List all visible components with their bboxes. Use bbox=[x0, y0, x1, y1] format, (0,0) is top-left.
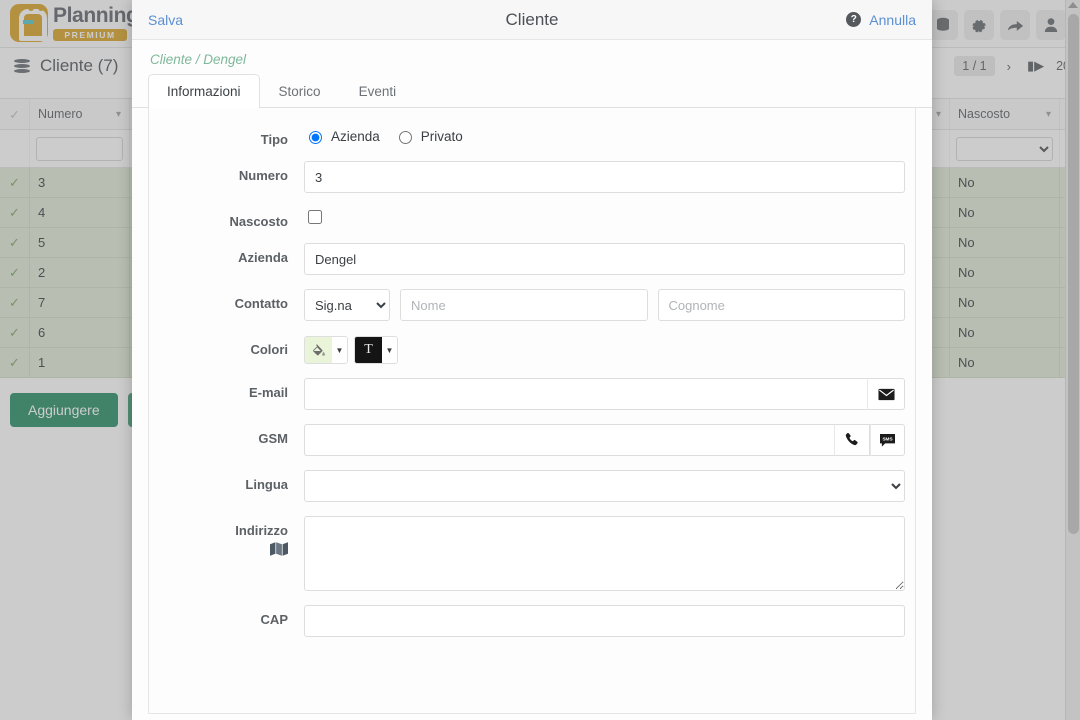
radio-privato[interactable]: Privato bbox=[394, 128, 463, 144]
chevron-down-icon[interactable]: ▼ bbox=[382, 337, 397, 363]
breadcrumb: Cliente / Dengel bbox=[150, 52, 247, 67]
label-azienda: Azienda bbox=[238, 250, 288, 265]
dialog-tabs: Informazioni Storico Eventi bbox=[132, 73, 932, 108]
envelope-icon[interactable] bbox=[867, 378, 905, 410]
field-cap: CAP bbox=[149, 598, 915, 644]
text-color-icon[interactable]: T bbox=[355, 337, 382, 363]
lingua-select[interactable] bbox=[304, 470, 905, 502]
field-nascosto: Nascosto bbox=[149, 200, 915, 236]
dialog-body: Cliente / Dengel Informazioni Storico Ev… bbox=[132, 40, 932, 720]
background-color-picker[interactable]: ▼ bbox=[304, 336, 348, 364]
radio-azienda-label: Azienda bbox=[331, 128, 380, 144]
field-numero: Numero bbox=[149, 154, 915, 200]
radio-azienda-input[interactable] bbox=[309, 131, 322, 144]
tipo-radio-group: Azienda Privato bbox=[304, 125, 463, 144]
numero-input[interactable] bbox=[304, 161, 905, 193]
client-dialog: Salva Cliente ? Annulla Cliente / Dengel… bbox=[132, 0, 932, 720]
field-colori: Colori ▼ T ▼ bbox=[149, 328, 915, 371]
tab-storico[interactable]: Storico bbox=[260, 74, 340, 108]
nascosto-checkbox[interactable] bbox=[308, 210, 322, 224]
field-azienda: Azienda bbox=[149, 236, 915, 282]
cap-input[interactable] bbox=[304, 605, 905, 637]
map-icon[interactable] bbox=[270, 542, 288, 556]
sms-icon[interactable]: SMS bbox=[869, 424, 905, 456]
radio-azienda[interactable]: Azienda bbox=[304, 128, 380, 144]
label-tipo: Tipo bbox=[260, 132, 288, 147]
field-email: E-mail bbox=[149, 371, 915, 417]
save-button[interactable]: Salva bbox=[148, 12, 183, 28]
label-lingua: Lingua bbox=[245, 477, 288, 492]
paint-bucket-icon[interactable] bbox=[305, 337, 332, 363]
azienda-input[interactable] bbox=[304, 243, 905, 275]
field-contatto: Contatto Sig.na bbox=[149, 282, 915, 328]
label-nascosto: Nascosto bbox=[229, 214, 288, 229]
phone-icon[interactable] bbox=[834, 424, 870, 456]
dialog-header: Salva Cliente ? Annulla bbox=[132, 0, 932, 40]
text-color-picker[interactable]: T ▼ bbox=[354, 336, 398, 364]
email-input[interactable] bbox=[304, 378, 868, 410]
radio-privato-input[interactable] bbox=[398, 131, 412, 144]
radio-privato-label: Privato bbox=[420, 128, 463, 144]
chevron-down-icon[interactable]: ▼ bbox=[332, 337, 347, 363]
label-numero: Numero bbox=[238, 168, 288, 183]
svg-text:SMS: SMS bbox=[882, 436, 892, 441]
field-gsm: GSM SMS bbox=[149, 417, 915, 463]
label-gsm: GSM bbox=[258, 431, 288, 446]
label-contatto: Contatto bbox=[234, 296, 288, 311]
indirizzo-textarea[interactable] bbox=[304, 516, 905, 591]
label-colori: Colori bbox=[250, 342, 288, 357]
informazioni-form: Tipo Azienda Privato Numero 3 Nascosto A… bbox=[148, 108, 916, 714]
label-email: E-mail bbox=[248, 385, 288, 400]
label-indirizzo-stack: Indirizzo bbox=[159, 516, 304, 556]
field-indirizzo: Indirizzo bbox=[149, 509, 915, 598]
label-cap: CAP bbox=[260, 612, 288, 627]
contatto-nome-input[interactable] bbox=[400, 289, 648, 321]
tab-eventi[interactable]: Eventi bbox=[340, 74, 416, 108]
tab-informazioni[interactable]: Informazioni bbox=[148, 74, 260, 108]
dialog-title: Cliente bbox=[505, 9, 559, 29]
contatto-title-select[interactable]: Sig.na bbox=[304, 289, 390, 321]
contatto-cognome-input[interactable] bbox=[657, 289, 905, 321]
cancel-button[interactable]: Annulla bbox=[869, 12, 916, 28]
help-icon[interactable]: ? bbox=[846, 12, 862, 27]
app-root: Planning PREMIUM Cliente (7) 1 / 1 › ▮▶ … bbox=[0, 0, 1080, 720]
label-indirizzo: Indirizzo bbox=[235, 523, 288, 538]
gsm-input[interactable] bbox=[304, 424, 835, 456]
field-lingua: Lingua bbox=[149, 463, 915, 509]
field-tipo: Tipo Azienda Privato bbox=[149, 118, 915, 154]
